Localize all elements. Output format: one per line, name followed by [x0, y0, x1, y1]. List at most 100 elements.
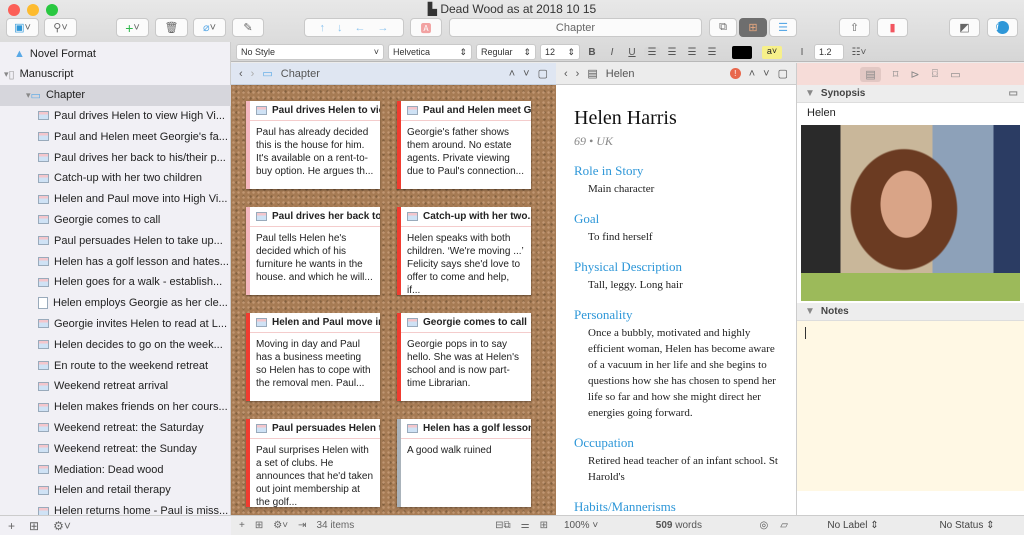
comment-icon[interactable]: ▱ — [780, 520, 788, 531]
align-left-icon[interactable]: ☰ — [644, 46, 660, 58]
gear-icon[interactable]: ⚙˅ — [273, 520, 288, 531]
editor-document[interactable]: Helen Harris 69 • UK Role in Story Main c… — [556, 85, 796, 515]
index-card[interactable]: Paul persuades Helen t... Paul surprises … — [246, 419, 380, 508]
binder-item[interactable]: ▾ ▭ Chapter — [0, 84, 231, 106]
list-icon[interactable]: ☷˅ — [848, 47, 870, 58]
next-item-icon[interactable]: ˅ — [763, 68, 769, 80]
zoom-select[interactable]: 100% ˅ — [564, 520, 598, 531]
italic-button[interactable]: I — [604, 47, 620, 58]
grid-icon[interactable]: ⊞ — [540, 520, 548, 531]
trash-button[interactable]: 🗑 — [155, 18, 188, 37]
binder-item[interactable]: En route to the weekend retreat — [0, 355, 231, 376]
index-card[interactable]: Georgie comes to call Georgie pops in to … — [397, 313, 531, 401]
forward-icon[interactable]: › — [251, 68, 255, 80]
back-icon[interactable]: ‹ — [564, 68, 568, 80]
split-editor-icon[interactable]: ▢ — [538, 67, 548, 80]
font-select[interactable]: Helvetica ⇕ — [388, 44, 472, 60]
attach-button[interactable]: ⌀ ˅ — [193, 18, 226, 37]
export-icon[interactable]: ⇥ — [298, 520, 306, 531]
font-size-select[interactable]: 12 ⇕ — [540, 44, 580, 60]
synopsis-title[interactable]: Helen — [797, 103, 1024, 123]
font-weight-select[interactable]: Regular ⇕ — [476, 44, 536, 60]
view-mode-field[interactable]: Chapter — [449, 18, 702, 37]
binder-item[interactable]: Helen decides to go on the week... — [0, 334, 231, 355]
synopsis-image-toggle-icon[interactable]: ▭ — [1009, 88, 1018, 99]
add-button[interactable]: + ˅ — [116, 18, 149, 37]
text-color-picker[interactable] — [732, 45, 752, 59]
synopsis-header[interactable]: ▼ Synopsis ▭ — [797, 85, 1024, 103]
back-icon[interactable]: ‹ — [239, 68, 243, 80]
bold-button[interactable]: B — [584, 47, 600, 58]
corkboard-mode-toggle[interactable]: ⊟⧉ — [495, 520, 511, 531]
binder-item[interactable]: Weekend retreat: the Sunday — [0, 438, 231, 459]
binder-item[interactable]: Helen and retail therapy — [0, 480, 231, 501]
move-up-icon[interactable]: ↑ — [320, 22, 326, 34]
justify-icon[interactable]: ☰ — [704, 47, 720, 58]
format-button[interactable]: 🅰 — [410, 18, 442, 37]
line-spacing-select[interactable]: 1.2 — [814, 44, 844, 60]
binder-item[interactable]: Paul drives Helen to view High Vi... — [0, 105, 231, 126]
outline-button[interactable]: ☰ — [769, 18, 797, 37]
binder-item[interactable]: Mediation: Dead wood — [0, 459, 231, 480]
binder-item[interactable]: Helen goes for a walk - establish... — [0, 272, 231, 293]
share-button[interactable]: ⇧ — [839, 18, 870, 37]
prev-item-icon[interactable]: ˄ — [749, 68, 755, 80]
style-select[interactable]: No Style ˅ — [236, 44, 384, 60]
index-card[interactable]: Helen has a golf lesson... A good walk ru… — [397, 419, 531, 507]
corkboard-button[interactable]: ⊞ — [739, 18, 767, 37]
binder-item[interactable]: Catch-up with her two children — [0, 168, 231, 189]
settings-sliders-icon[interactable]: ⚌ — [521, 520, 530, 531]
index-card[interactable]: Paul drives Helen to vie... Paul has alre… — [246, 101, 380, 189]
binder-item[interactable]: ▾ ▯ Manuscript — [0, 64, 231, 85]
bookmark-button[interactable]: ▮ — [877, 18, 908, 37]
add-folder-icon[interactable]: ⊞ — [255, 520, 263, 531]
bookmarks-tab-icon[interactable]: ⌑ — [893, 68, 899, 81]
notes-header[interactable]: ▼ Notes — [797, 303, 1024, 321]
snapshots-tab-icon[interactable]: ⌼ — [932, 68, 939, 81]
gear-icon[interactable]: ⚙˅ — [53, 519, 71, 533]
comments-tab-icon[interactable]: ▭ — [950, 68, 960, 81]
binder-toggle-button[interactable]: ▣ ˅ — [6, 18, 39, 37]
notes-tab-icon[interactable]: ▤ — [860, 66, 881, 82]
index-card[interactable]: Helen and Paul move in... Moving in day a… — [246, 313, 380, 401]
search-button[interactable]: ⚲ ˅ — [44, 18, 77, 37]
add-icon[interactable]: + — [8, 519, 15, 533]
binder-item[interactable]: Paul drives her back to his/their p... — [0, 147, 231, 168]
move-left-icon[interactable]: ← — [355, 22, 366, 34]
underline-button[interactable]: U — [624, 47, 640, 58]
add-icon[interactable]: + — [239, 520, 245, 531]
move-right-icon[interactable]: → — [378, 22, 389, 34]
binder-item[interactable]: Paul and Helen meet Georgie's fa... — [0, 126, 231, 147]
alert-icon[interactable]: ! — [729, 68, 741, 79]
binder-item[interactable]: Weekend retreat arrival — [0, 376, 231, 397]
binder-item[interactable]: Weekend retreat: the Saturday — [0, 417, 231, 438]
binder-item[interactable]: Helen has a golf lesson and hates... — [0, 251, 231, 272]
index-card[interactable]: Paul drives her back to... Paul tells Hel… — [246, 207, 380, 295]
move-down-icon[interactable]: ↓ — [337, 22, 343, 34]
scrivenings-button[interactable]: ⧉ — [709, 18, 737, 37]
prev-item-icon[interactable]: ˄ — [509, 68, 515, 80]
target-icon[interactable]: ◎ — [760, 520, 769, 531]
binder-item[interactable]: Paul persuades Helen to take up... — [0, 230, 231, 251]
composition-mode-button[interactable]: ◩ — [949, 18, 980, 37]
split-editor-icon[interactable]: ▢ — [778, 67, 788, 80]
binder-item[interactable]: ▲ Novel Format — [0, 43, 231, 64]
inspector-button[interactable]: i — [987, 18, 1018, 37]
binder-item[interactable]: Helen and Paul move into High Vi... — [0, 189, 231, 210]
status-select[interactable]: No Status ⇕ — [910, 520, 1024, 531]
add-folder-icon[interactable]: ⊞ — [29, 519, 39, 533]
binder-item[interactable]: Georgie comes to call — [0, 209, 231, 230]
highlight-color-picker[interactable]: a˅ — [762, 45, 782, 59]
align-right-icon[interactable]: ☰ — [684, 47, 700, 58]
forward-icon[interactable]: › — [576, 68, 580, 80]
metadata-tab-icon[interactable]: ⊳ — [910, 68, 919, 81]
align-center-icon[interactable]: ☰ — [664, 47, 680, 58]
index-card[interactable]: Catch-up with her two... Helen speaks wit… — [397, 207, 531, 296]
binder-item[interactable]: Helen employs Georgie as her cle... — [0, 293, 231, 314]
binder-item[interactable]: Georgie invites Helen to read at L... — [0, 313, 231, 334]
label-select[interactable]: No Label ⇕ — [796, 520, 910, 531]
next-item-icon[interactable]: ˅ — [523, 68, 529, 80]
index-card[interactable]: Paul and Helen meet G... Georgie's father… — [397, 101, 531, 189]
notes-textarea[interactable] — [797, 321, 1024, 491]
compose-button[interactable]: ✎ — [232, 18, 264, 37]
